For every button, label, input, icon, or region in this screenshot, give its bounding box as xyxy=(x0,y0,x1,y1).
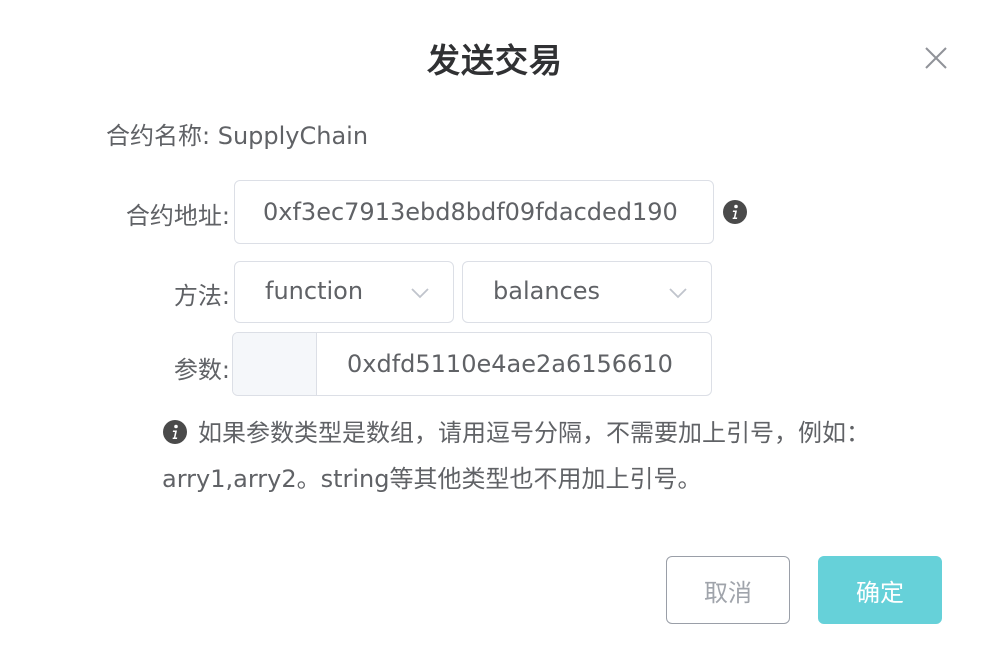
method-type-value: function xyxy=(265,277,364,305)
contract-address-label: 合约地址: xyxy=(125,202,230,230)
params-hint: 如果参数类型是数组，请用逗号分隔，不需要加上引号，例如：arry1,arry2。… xyxy=(162,410,942,502)
send-transaction-dialog: 发送交易 合约名称: SupplyChain 合约地址: 方法: functio… xyxy=(0,0,990,660)
contract-address-field[interactable] xyxy=(234,180,714,244)
params-input-group xyxy=(232,332,712,396)
method-label: 方法: xyxy=(173,282,230,310)
method-type-select[interactable]: function xyxy=(234,261,454,323)
contract-address-input[interactable] xyxy=(235,181,713,243)
dialog-title: 发送交易 xyxy=(427,41,563,80)
params-prefix xyxy=(233,333,317,395)
method-function-value: balances xyxy=(493,277,600,305)
info-icon xyxy=(162,419,188,445)
cancel-button[interactable]: 取消 xyxy=(666,556,790,624)
contract-name-text: 合约名称: SupplyChain xyxy=(106,122,369,150)
chevron-down-icon xyxy=(667,282,689,304)
chevron-down-icon xyxy=(409,282,431,304)
params-hint-text: 如果参数类型是数组，请用逗号分隔，不需要加上引号，例如：arry1,arry2。… xyxy=(162,419,870,493)
params-field[interactable] xyxy=(317,333,711,395)
params-input[interactable] xyxy=(317,333,711,395)
method-function-select[interactable]: balances xyxy=(462,261,712,323)
info-icon[interactable] xyxy=(722,199,748,225)
params-label: 参数: xyxy=(173,356,230,384)
confirm-button[interactable]: 确定 xyxy=(818,556,942,624)
close-icon[interactable] xyxy=(920,42,952,74)
